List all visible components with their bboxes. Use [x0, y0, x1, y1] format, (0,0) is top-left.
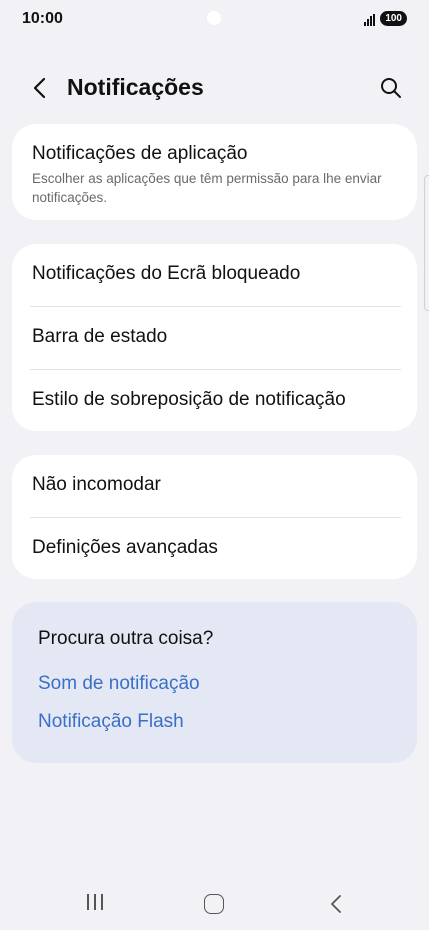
lock-screen-notifications-item[interactable]: Notificações do Ecrã bloqueado	[12, 244, 417, 306]
search-icon	[381, 78, 401, 98]
chevron-left-icon	[33, 77, 46, 99]
app-notifications-title: Notificações de aplicação	[32, 143, 248, 164]
app-notifications-item[interactable]: Notificações de aplicação Escolher as ap…	[12, 124, 417, 220]
status-indicators: 100	[364, 11, 407, 26]
notification-sound-link[interactable]: Som de notificação	[38, 673, 200, 695]
do-not-disturb-label: Não incomodar	[32, 474, 161, 495]
status-time: 10:00	[22, 10, 63, 27]
back-arrow-icon	[331, 895, 341, 913]
camera-cutout	[207, 11, 221, 25]
status-bar-item[interactable]: Barra de estado	[12, 307, 417, 369]
edge-panel-handle[interactable]	[424, 175, 429, 311]
search-button[interactable]	[377, 74, 405, 102]
back-button[interactable]	[26, 74, 54, 102]
lock-screen-notifications-label: Notificações do Ecrã bloqueado	[32, 263, 301, 284]
related-heading: Procura outra coisa?	[38, 628, 214, 649]
recents-icon-bar	[94, 894, 96, 910]
advanced-settings-item[interactable]: Definições avançadas	[12, 518, 417, 580]
recents-icon-bar	[87, 894, 89, 910]
related-suggestions-card: Procura outra coisa? Som de notificação …	[12, 602, 417, 763]
popup-style-item[interactable]: Estilo de sobreposição de notificação	[12, 370, 417, 432]
battery-icon: 100	[380, 11, 407, 26]
popup-style-label: Estilo de sobreposição de notificação	[32, 389, 346, 410]
nav-back-button[interactable]	[326, 893, 346, 915]
status-bar: 10:00 100	[0, 0, 429, 38]
app-bar: Notificações	[0, 68, 429, 108]
advanced-settings-label: Definições avançadas	[32, 537, 218, 558]
do-not-disturb-item[interactable]: Não incomodar	[12, 455, 417, 517]
recents-button[interactable]	[84, 894, 106, 914]
page-title: Notificações	[67, 74, 204, 100]
navigation-bar	[0, 880, 429, 930]
recents-icon-bar	[101, 894, 103, 910]
home-button[interactable]	[204, 894, 224, 914]
display-settings-group: Notificações do Ecrã bloqueado Barra de …	[12, 244, 417, 431]
signal-icon	[364, 14, 376, 26]
status-bar-label: Barra de estado	[32, 326, 168, 347]
more-settings-group: Não incomodar Definições avançadas	[12, 455, 417, 579]
app-notifications-subtitle: Escolher as aplicações que têm permissão…	[32, 171, 382, 205]
flash-notification-link[interactable]: Notificação Flash	[38, 711, 184, 733]
